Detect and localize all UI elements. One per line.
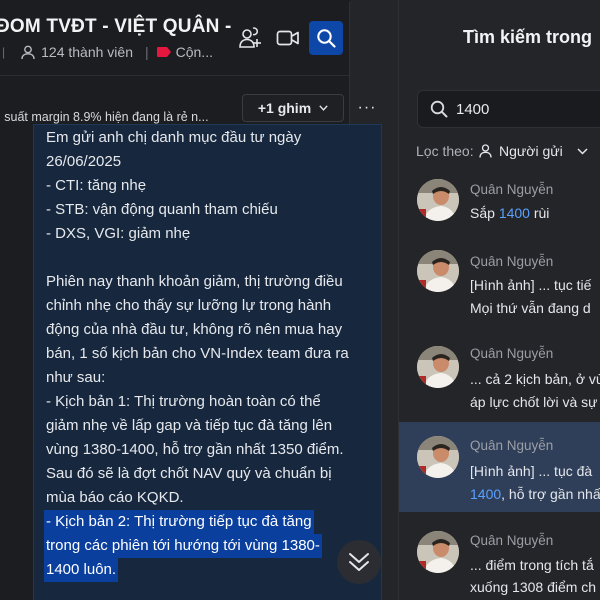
result-sender-name: Quân Nguyễn [470,533,554,548]
scroll-to-bottom-button[interactable] [337,540,381,584]
message-line: Sau đó sẽ là đợt chốt NAV quý và chuẩn b… [46,465,332,482]
message-line: - Kịch bản 1: Thị trường hoàn toàn có th… [46,393,321,410]
member-icon [21,45,35,59]
result-sender-name: Quân Nguyễn [470,182,554,197]
sender-filter-dropdown[interactable]: Người gửi [479,138,595,164]
search-result-item[interactable]: Quân Nguyễn ... cả 2 kịch bản, ở vù áp l… [399,340,600,426]
message-line: như sau: [46,369,106,386]
avatar [417,531,459,573]
sender-filter-label: Người gửi [499,143,563,159]
filter-label: Lọc theo: [416,143,474,159]
result-snippet: ... cả 2 kịch bản, ở vù [470,371,600,387]
result-snippet: [Hình ảnh] ... tục tiế [470,277,592,293]
result-snippet-line2: xuống 1308 điểm ch [470,579,597,595]
chat-pane: ĐOM TVĐT - VIỆT QUÂN - | 124 thành viên … [0,0,398,600]
chevron-down-icon [577,147,588,155]
search-input[interactable] [456,100,596,118]
tag-icon [156,47,171,57]
result-sender-name: Quân Nguyễn [470,438,554,453]
video-call-icon [276,30,299,46]
search-result-item-active[interactable]: Quân Nguyễn [Hình ảnh] ... tục đà 1400, … [399,422,600,512]
more-options-button[interactable]: ··· [354,96,380,120]
avatar [417,436,459,478]
message-line: chỉnh nhẹ cho thấy sự lưỡng lự trong hàn… [46,297,332,314]
person-icon [479,144,492,158]
avatar [417,346,459,388]
keyword-highlight: 1400 [470,486,502,502]
keyword-highlight: 1400 [498,205,530,221]
message-line: Em gửi anh chị danh mục đầu tư ngày [46,129,302,146]
result-snippet: Sắp 1400 rùi [470,205,550,221]
highlighted-line: - Kịch bản 2: Thị trường tiếp tục đà tăn… [44,510,314,534]
result-snippet-line2: 1400, hỗ trợ gần nhấ [470,486,600,502]
add-member-icon [239,27,261,48]
member-count[interactable]: 124 thành viên [41,44,133,60]
result-sender-name: Quân Nguyễn [470,254,554,269]
message-line: động của nhà đầu tư, không rõ nên mua ha… [46,321,343,338]
search-icon [430,100,448,118]
result-sender-name: Quân Nguyễn [470,346,554,361]
chat-header: ĐOM TVĐT - VIỆT QUÂN - | 124 thành viên … [0,0,398,600]
result-snippet-line2: áp lực chốt lời và sự [470,394,598,410]
highlighted-line: trong các phiên tới hướng tới vùng 1380- [44,534,322,558]
pinned-count-label: +1 ghim [257,100,312,116]
avatar [417,179,459,221]
search-result-item[interactable]: Quân Nguyễn ... điểm trong tích tắ xuống… [399,520,600,600]
search-panel: Tìm kiếm trong Lọc theo: Người gửi [398,0,600,600]
message-line: - STB: vận động quanh tham chiếu [46,201,278,218]
tag-label[interactable]: Cộn... [176,44,213,60]
message-line: 26/06/2025 [46,153,122,170]
video-call-button[interactable] [272,22,304,54]
message-line: giảm nhẹ về lấp gap và tiếp tục đà tăng … [46,417,333,434]
message-line: vùng 1380-1400, hỗ trợ gần nhất 1350 điể… [46,441,344,458]
chevron-down-icon [319,105,328,111]
message-line: - CTI: tăng nhẹ [46,177,147,194]
message-line: mùa báo cáo KQKD. [46,489,184,506]
meta-separator: | [144,44,149,60]
group-meta: | 124 thành viên | Cộn... [2,44,213,60]
message-line: Phiên nay thanh khoản giảm, thị trường đ… [46,273,343,290]
avatar [417,250,459,292]
search-icon [317,29,336,48]
highlighted-line: 1400 luôn. [44,558,119,582]
search-field[interactable] [417,90,600,128]
message-line: - DXS, VGI: giảm nhẹ [46,225,191,242]
result-snippet: ... điểm trong tích tắ [470,557,594,573]
search-toggle-button[interactable] [309,21,343,55]
group-title[interactable]: ĐOM TVĐT - VIỆT QUÂN - [0,16,232,38]
search-result-item[interactable]: Quân Nguyễn Sắp 1400 rùi [399,168,600,254]
message-line: bán, 1 số kịch bản cho VN-Index team đưa… [46,345,349,362]
panel-title: Tìm kiếm trong [463,27,593,47]
pinned-message-text[interactable]: i suất margin 8.9% hiện đang là rẻ n... [0,110,209,124]
double-chevron-down-icon [349,553,369,571]
result-snippet-line2: Mọi thứ vẫn đang d [470,300,591,316]
meta-separator: | [2,45,6,59]
search-result-item[interactable]: Quân Nguyễn [Hình ảnh] ... tục tiế Mọi t… [399,250,600,336]
add-member-button[interactable] [234,22,266,54]
pinned-count-button[interactable]: +1 ghim [242,94,344,122]
result-snippet: [Hình ảnh] ... tục đà [470,463,593,479]
